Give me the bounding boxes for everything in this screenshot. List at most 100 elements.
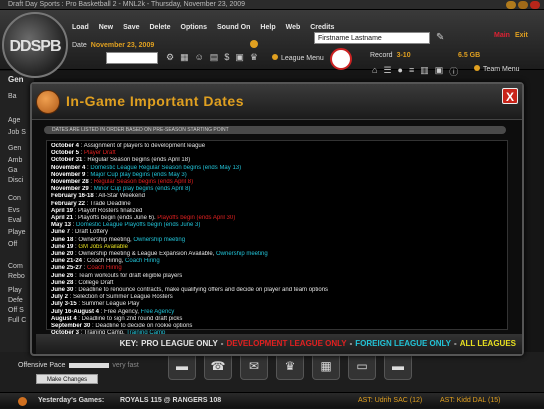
info-icon[interactable]: ⓘ bbox=[449, 65, 458, 78]
user-icon[interactable]: ☺ bbox=[195, 52, 204, 63]
sidebar-item[interactable]: Gen bbox=[8, 75, 24, 84]
offensive-pace: Offensive Pace very fast bbox=[18, 362, 139, 369]
trophy-icon[interactable]: ♛ bbox=[276, 352, 304, 380]
date-entry-text: November 29 : bbox=[51, 186, 94, 193]
chart-icon[interactable]: ▦ bbox=[312, 352, 340, 380]
sidebar-item[interactable]: Gen bbox=[8, 145, 21, 152]
top-menu: Load New Save Delete Options Sound On Help Web C… bbox=[72, 24, 334, 31]
sidebar-item[interactable]: Full C bbox=[8, 317, 26, 324]
date-entry: November 9 : Major Cup play begins (ends… bbox=[51, 172, 503, 179]
sidebar-item[interactable]: Amb bbox=[8, 157, 22, 164]
dialog-header: In-Game Important Dates X bbox=[32, 84, 522, 120]
date-entry: June 28 : College Draft bbox=[51, 280, 503, 287]
car-icon[interactable]: ▬ bbox=[384, 352, 412, 380]
sidebar-item[interactable]: Disci bbox=[8, 177, 23, 184]
date-entry-text: Minor Cup play begins (ends April 8) bbox=[93, 186, 191, 193]
date-entry-text: August 4 : Deadline to sign 2nd round dr… bbox=[51, 315, 183, 322]
menu-item[interactable]: Load bbox=[72, 24, 89, 31]
key-label: KEY: bbox=[119, 339, 139, 348]
cart-icon[interactable]: ▣ bbox=[435, 65, 444, 78]
sidebar-item[interactable]: Job S bbox=[8, 129, 26, 136]
phone-icon[interactable]: ☎ bbox=[204, 352, 232, 380]
close-window-button[interactable] bbox=[530, 1, 540, 9]
sidebar-item[interactable]: Off S bbox=[8, 307, 24, 314]
date-entry-text: October 4 : Assignment of players to dev… bbox=[51, 143, 206, 149]
main-exit-buttons[interactable]: Main Exit bbox=[494, 32, 528, 39]
date-entry-text: Coach Hiring bbox=[125, 258, 160, 265]
date-entry-text: Major Cup play begins (ends May 3) bbox=[90, 171, 187, 178]
maximize-button[interactable] bbox=[518, 1, 528, 9]
sidebar-item[interactable]: Ba bbox=[8, 93, 17, 100]
date-entry: June 21-24 : Coach Hiring, Coach Hiring bbox=[51, 258, 503, 265]
dates-list[interactable]: October 4 : Assignment of players to dev… bbox=[46, 140, 508, 336]
calendar-icon[interactable]: ▣ bbox=[235, 52, 244, 63]
menu-item[interactable]: Save bbox=[123, 24, 139, 31]
menu-item[interactable]: Delete bbox=[150, 24, 171, 31]
menu-item[interactable]: Credits bbox=[310, 24, 334, 31]
date-entry-text: June 20 : Ownership meeting & League Exp… bbox=[51, 251, 216, 258]
date-entry-text: April 21 : Playoffs begin (ends June 6). bbox=[51, 215, 158, 222]
doc-icon[interactable]: ▤ bbox=[210, 52, 219, 63]
date-input[interactable] bbox=[106, 52, 158, 64]
close-button[interactable]: X bbox=[502, 88, 518, 104]
pencil-icon[interactable]: ✎ bbox=[436, 32, 444, 43]
date-entry: June 20 : Ownership meeting & League Exp… bbox=[51, 251, 503, 258]
menu-item[interactable]: New bbox=[99, 24, 113, 31]
sim-button[interactable] bbox=[250, 40, 258, 48]
key-item: DEVELOPMENT LEAGUE ONLY bbox=[226, 339, 347, 348]
menu-item[interactable]: Help bbox=[260, 24, 275, 31]
team-menu-button[interactable]: Team Menu bbox=[474, 65, 520, 73]
date-entry-text: June 26 : Team workouts for draft eligib… bbox=[51, 272, 183, 279]
date-entry: June 19 : GM Jobs Available bbox=[51, 244, 503, 251]
team-logo bbox=[330, 48, 352, 70]
date-entry-text: May 13 : bbox=[51, 222, 77, 229]
note-icon[interactable]: ▭ bbox=[348, 352, 376, 380]
menu-item[interactable]: Web bbox=[286, 24, 301, 31]
ball-icon[interactable]: ● bbox=[398, 65, 403, 78]
money-icon[interactable]: $ bbox=[224, 52, 229, 63]
key-item: ALL LEAGUES bbox=[459, 339, 516, 348]
league-menu-button[interactable]: League Menu bbox=[272, 54, 324, 62]
make-changes-button[interactable]: Make Changes bbox=[36, 374, 98, 384]
stats-icon[interactable]: ▦ bbox=[180, 52, 189, 63]
menu-item[interactable]: Options bbox=[181, 24, 207, 31]
sidebar-item[interactable]: Com bbox=[8, 263, 23, 270]
sidebar-item[interactable]: Play bbox=[8, 287, 22, 294]
date-entry: June 18 : Ownership meeting, Ownership m… bbox=[51, 237, 503, 244]
minimize-button[interactable] bbox=[506, 1, 516, 9]
pace-slider[interactable] bbox=[69, 362, 110, 368]
sidebar-item[interactable]: Ga bbox=[8, 167, 17, 174]
roster-icon[interactable]: ☰ bbox=[383, 65, 391, 78]
chart-icon[interactable]: ▥ bbox=[420, 65, 429, 78]
app-logo: DDSPB bbox=[2, 12, 68, 78]
date-entry-text: Free Agency bbox=[140, 308, 175, 315]
sidebar-item[interactable]: Defe bbox=[8, 297, 23, 304]
sidebar-item[interactable]: Evs bbox=[8, 207, 20, 214]
date-entry-text: July 3-15 : Summer League Play bbox=[51, 301, 140, 308]
trophy-icon[interactable]: ♛ bbox=[250, 52, 258, 63]
sidebar-item[interactable]: Playe bbox=[8, 229, 26, 236]
menu-item[interactable]: Sound On bbox=[217, 24, 250, 31]
gear-icon[interactable]: ⚙ bbox=[166, 52, 174, 63]
sidebar-item[interactable]: Rebo bbox=[8, 273, 25, 280]
main-header: Load New Save Delete Options Sound On Help Web C… bbox=[0, 10, 544, 77]
date-entry-text: Player Draft bbox=[84, 150, 116, 157]
date-entry-text: July 16-August 4 : Free Agency, bbox=[51, 308, 141, 315]
sidebar-item[interactable]: Off bbox=[8, 241, 17, 248]
sidebar-item[interactable]: Con bbox=[8, 195, 21, 202]
date-entry-text: Ownership meeting bbox=[133, 236, 186, 243]
color-key: KEY: PRO LEAGUE ONLY - DEVELOPMENT LEAGUE O… bbox=[36, 334, 522, 354]
team-icons: ⌂ ☰ ● ≡ ▥ ▣ ⓘ bbox=[372, 65, 458, 78]
list-icon[interactable]: ≡ bbox=[409, 65, 414, 78]
game-score[interactable]: ROYALS 115 @ RANGERS 108 bbox=[120, 393, 221, 409]
date-entry: August 4 : Deadline to sign 2nd round dr… bbox=[51, 316, 503, 323]
key-separator: - bbox=[220, 339, 224, 348]
envelope-icon[interactable]: ✉ bbox=[240, 352, 268, 380]
home-icon[interactable]: ⌂ bbox=[372, 65, 377, 78]
key-item: FOREIGN LEAGUE ONLY bbox=[355, 339, 452, 348]
sidebar-item[interactable]: Eval bbox=[8, 217, 22, 224]
window-titlebar: Draft Day Sports : Pro Basketball 2 - MN… bbox=[0, 0, 544, 10]
sidebar-item[interactable]: Age bbox=[8, 117, 20, 124]
user-name-field[interactable]: Firstname Lastname bbox=[314, 32, 430, 44]
couch-icon[interactable]: ▬ bbox=[168, 352, 196, 380]
